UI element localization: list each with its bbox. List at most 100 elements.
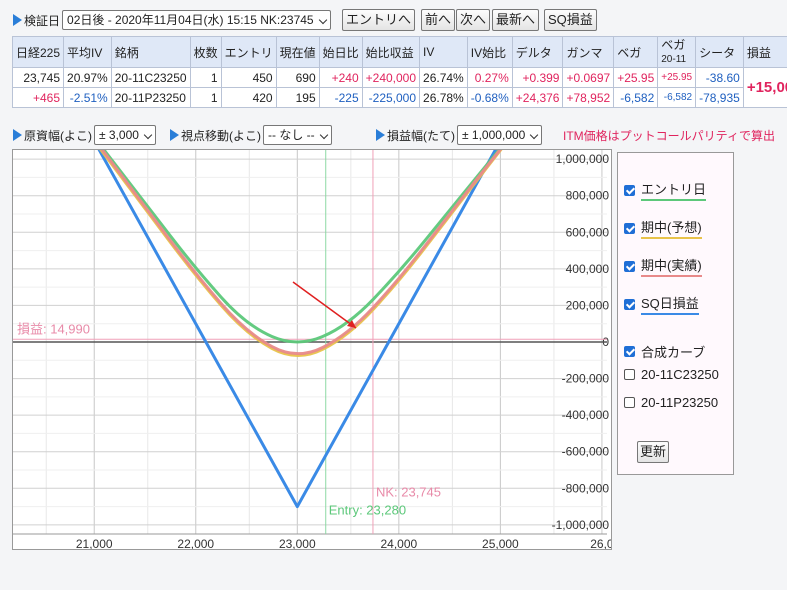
legend-item[interactable]: 期中(実績) (624, 255, 702, 277)
verify-date-label: 検証日 (24, 13, 61, 28)
vega: -6,582 (613, 87, 659, 108)
view-shift-label: 視点移動(よこ) (181, 128, 261, 143)
current-price: 195 (275, 87, 320, 108)
vega: +25.95 (613, 67, 659, 88)
y-tick-label: -400,000 (562, 408, 610, 422)
y-tick-label: -800,000 (562, 481, 610, 495)
legend-panel: エントリ日期中(予想) 期中(実績) SQ日損益合成カーブ 20-11C23250 20… (617, 152, 734, 475)
table-row: +465 -2.51% 20-11P23250 1 420 195 -225 -… (11, 87, 787, 108)
pnl-range-control: 損益幅(たて) ± 1,000,000 (376, 125, 543, 145)
pnl-range-select[interactable]: ± 1,000,000 (457, 125, 543, 145)
x-tick-label: 22,000 (177, 537, 214, 549)
header-cell: ガンマ (562, 36, 615, 68)
avg-iv-change: -2.51% (63, 87, 112, 108)
sq-pnl-line (97, 150, 498, 509)
legend-item[interactable]: エントリ日 (624, 179, 707, 201)
chart-svg: 21,000 22,000 23,000 24,000 25,000 26,0 1,000,… (13, 150, 611, 549)
diff: +240 (318, 67, 363, 88)
y-tick-label: 800,000 (566, 189, 610, 203)
gamma: +0.0697 (562, 67, 615, 88)
theta: -38.60 (695, 67, 744, 88)
nk-label: NK: 23,745 (376, 484, 441, 499)
header-cell: IV (419, 36, 468, 68)
legend-checkbox[interactable] (624, 260, 635, 272)
entry-price: 450 (220, 67, 277, 88)
entry-label: Entry: 23,280 (329, 503, 406, 518)
legend-item[interactable]: 20-11C23250 (624, 367, 719, 382)
legend-item[interactable]: SQ日損益 (624, 293, 699, 315)
header-cell: 枚数 (189, 36, 222, 68)
delta: +0.399 (511, 67, 564, 88)
price-range-select[interactable]: ± 3,000 (94, 125, 156, 145)
play-icon (376, 129, 385, 141)
header-cell: ベガ (613, 36, 659, 68)
legend-item[interactable]: 期中(予想) (624, 217, 702, 239)
header-cell: 銘柄 (110, 36, 191, 68)
x-tick-label: 25,000 (482, 537, 519, 549)
next-button[interactable]: 次へ (456, 9, 491, 31)
y-tick-label: 1,000,000 (556, 152, 610, 166)
legend-label: 期中(実績) (641, 255, 702, 277)
itm-note: ITM価格はプットコールパリティで算出 (563, 129, 775, 143)
pnl-chart: 21,000 22,000 23,000 24,000 25,000 26,0 1,000,… (12, 149, 612, 550)
nk-change: +465 (11, 87, 65, 108)
vega-2011: +25.95 (657, 67, 697, 88)
legend-checkbox[interactable] (624, 369, 635, 380)
qty: 1 (189, 67, 222, 88)
header-cell: 日経225 (11, 36, 65, 68)
entry-button[interactable]: エントリへ (342, 9, 416, 31)
diff: -225 (318, 87, 363, 108)
symbol: 20-11P23250 (110, 87, 191, 108)
symbol: 20-11C23250 (110, 67, 191, 88)
y-tick-label: -1,000,000 (552, 518, 610, 532)
profit: -225,000 (361, 87, 421, 108)
legend-checkbox[interactable] (624, 346, 635, 357)
sq-pnl-button[interactable]: SQ損益 (544, 9, 597, 31)
y-tick-label: 200,000 (566, 298, 610, 312)
play-icon (170, 129, 179, 141)
x-tick-label: 26,0 (590, 537, 611, 549)
legend-checkbox[interactable] (624, 222, 635, 234)
legend-label: SQ日損益 (641, 293, 699, 315)
table-header: 日経225 平均IV 銘柄 枚数 エントリ 現在値 始日比 始比収益 IV IV… (11, 36, 787, 68)
header-cell: ベガ 20-11 (657, 36, 697, 68)
latest-button[interactable]: 最新へ (492, 9, 540, 31)
header-cell: シータ (695, 36, 744, 68)
legend-item[interactable]: 合成カーブ (624, 342, 705, 361)
x-tick-label: 21,000 (76, 537, 113, 549)
view-shift-select[interactable]: -- なし -- (263, 125, 332, 145)
legend-label: エントリ日 (641, 179, 707, 201)
legend-checkbox[interactable] (624, 397, 635, 408)
legend-checkbox[interactable] (624, 184, 635, 196)
legend-checkbox[interactable] (624, 298, 635, 310)
position-table: 日経225 平均IV 銘柄 枚数 エントリ 現在値 始日比 始比収益 IV IV… (11, 36, 787, 108)
x-tick-label: 24,000 (380, 537, 417, 549)
x-tick-label: 23,000 (279, 537, 316, 549)
header-cell: 始日比 (318, 36, 363, 68)
delta: +24,376 (511, 87, 564, 108)
current-price: 690 (275, 67, 320, 88)
iv: 26.74% (419, 67, 468, 88)
price-range-control: 原資幅(よこ) ± 3,000 (13, 125, 156, 145)
legend-label: 20-11C23250 (641, 367, 719, 382)
play-icon (13, 14, 22, 26)
price-range-label: 原資幅(よこ) (24, 128, 92, 143)
profit: +240,000 (361, 67, 421, 88)
header-cell: 平均IV (63, 36, 112, 68)
header-cell: 現在値 (275, 36, 320, 68)
legend-item[interactable]: 20-11P23250 (624, 395, 718, 410)
entry-price: 420 (220, 87, 277, 108)
prev-button[interactable]: 前へ (421, 9, 456, 31)
legend-label: 合成カーブ (641, 345, 706, 360)
iv-diff: 0.27% (466, 67, 513, 88)
entry-day-line (102, 150, 501, 344)
qty: 1 (189, 87, 222, 108)
header-cell: IV始比 (466, 36, 513, 68)
nk-price: 23,745 (11, 67, 65, 88)
pnl-range-label: 損益幅(たて) (387, 128, 455, 143)
date-select[interactable]: 02日後 - 2020年11月04日(水) 15:15 NK:23745 (62, 10, 331, 30)
header-cell: エントリ (220, 36, 277, 68)
vega-sub-label: 20-11 (661, 53, 687, 65)
header-cell: 損益 (742, 36, 787, 68)
update-button[interactable]: 更新 (637, 441, 670, 463)
